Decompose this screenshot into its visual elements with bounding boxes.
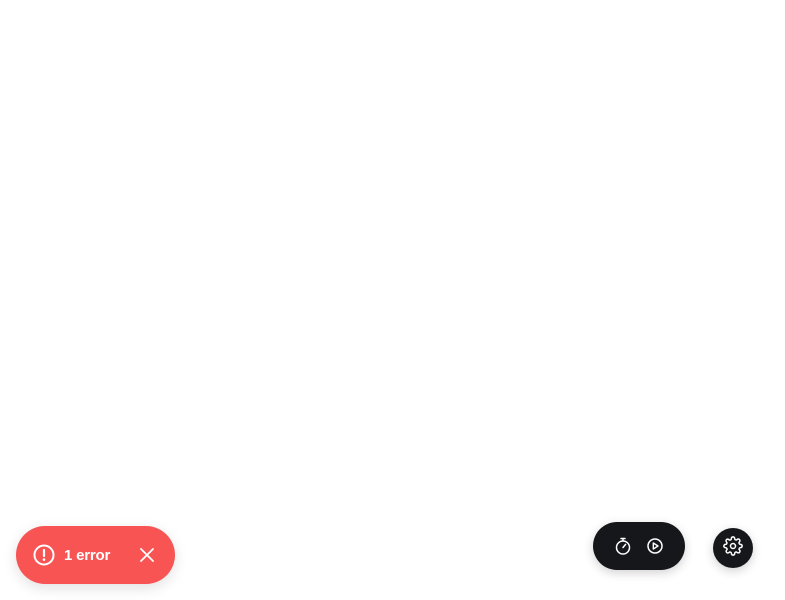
stopwatch-icon[interactable]: [611, 534, 635, 558]
play-circle-icon[interactable]: [643, 534, 667, 558]
page-canvas: 1 error: [0, 0, 785, 600]
error-toast[interactable]: 1 error: [16, 526, 175, 584]
error-count-label: 1 error: [64, 546, 111, 564]
settings-button[interactable]: [713, 528, 753, 568]
alert-circle-icon: [32, 543, 56, 567]
floating-toolbar: [593, 522, 685, 570]
close-icon[interactable]: [135, 543, 159, 567]
gear-icon: [723, 535, 743, 561]
